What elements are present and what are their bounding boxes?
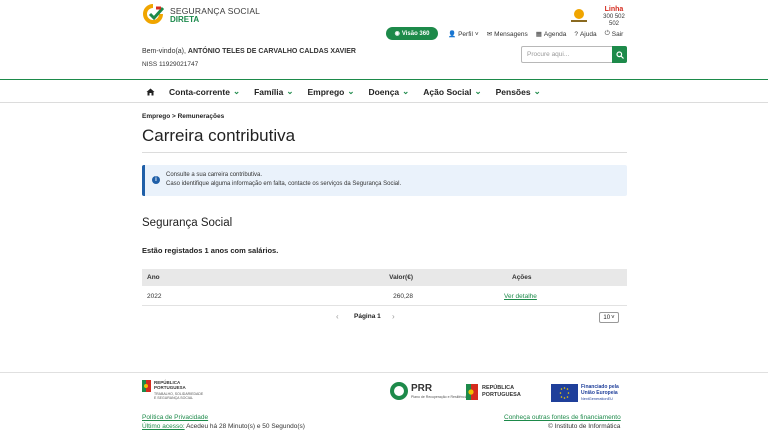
prr-logo-text: PRR <box>411 383 433 394</box>
per-page-select[interactable]: 10 ˅ <box>599 312 619 323</box>
nav-item-acao-social[interactable]: Ação Social ⌄ <box>423 86 481 97</box>
seguranca-social-logo-icon[interactable] <box>142 4 164 24</box>
next-page-icon[interactable]: › <box>392 312 395 321</box>
chevron-down-icon: ⌄ <box>474 86 482 96</box>
table-cell-valor: 260,28 <box>393 293 413 300</box>
nav-item-pensoes[interactable]: Pensões ⌄ <box>496 86 541 97</box>
visao-360-label: Visão 360 <box>401 30 430 37</box>
prr-subtitle: Plano de Recuperação e Resiliência <box>411 395 468 399</box>
user-icon: 👤 <box>448 31 457 38</box>
calendar-icon: ▦ <box>535 31 542 38</box>
page-title: Carreira contributiva <box>142 126 296 145</box>
section-title: Segurança Social <box>142 217 233 229</box>
portugal-gov-badge-icon <box>571 9 587 22</box>
chevron-down-icon: ⌄ <box>347 86 355 96</box>
eu-flag-icon <box>551 384 578 402</box>
table-row-divider <box>142 305 627 306</box>
help-icon: ? <box>574 30 578 38</box>
republica-portuguesa-logo-2: REPÚBLICA PORTUGUESA <box>482 385 521 398</box>
column-header-valor: Valor(€) <box>389 274 413 281</box>
chevron-down-icon: ⌄ <box>286 86 294 96</box>
column-header-ano: Ano <box>147 274 160 281</box>
logo-subtitle: DIRETA <box>170 15 200 24</box>
breadcrumb[interactable]: Emprego > Remunerações <box>142 113 224 120</box>
last-access-value: Acedeu há 28 Minuto(s) e 50 Segundo(s) <box>184 423 305 430</box>
mensagens-label: Mensagens <box>494 30 528 38</box>
visao-360-button[interactable]: ◉ Visão 360 <box>386 27 438 40</box>
sair-link[interactable]: ⏻ Sair <box>605 30 624 38</box>
republica-portuguesa-logo: REPÚBLICA PORTUGUESA <box>154 380 186 390</box>
nav-label: Doença <box>368 86 400 97</box>
next-generation-eu-text: NextGenerationEU <box>581 397 613 401</box>
last-access-link[interactable]: Último acesso: <box>142 423 185 430</box>
nav-label: Ação Social <box>423 86 472 97</box>
user-name: ANTÓNIO TELES DE CARVALHO CALDAS XAVIER <box>187 48 356 55</box>
nav-item-doenca[interactable]: Doença ⌄ <box>368 86 409 97</box>
search-button[interactable] <box>612 46 627 63</box>
portugal-flag-icon <box>466 384 478 400</box>
welcome-prefix: Bem-vindo(a), <box>142 48 186 55</box>
chevron-down-icon: ⌄ <box>533 86 541 96</box>
chevron-down-icon: ˅ <box>474 30 479 38</box>
info-line-1: Consulte a sua carreira contributiva. <box>166 172 263 178</box>
nav-label: Família <box>254 86 284 97</box>
sair-label: Sair <box>611 30 624 38</box>
agenda-link[interactable]: ▦ Agenda <box>535 30 567 39</box>
previous-page-icon[interactable]: ‹ <box>336 312 339 321</box>
years-summary: Estão registados 1 anos com salários. <box>142 246 279 255</box>
search-icon <box>615 50 624 59</box>
last-access-text: Último acesso: Acedeu há 28 Minuto(s) e … <box>142 423 305 430</box>
nav-items: Conta-corrente ⌄ Família ⌄ Emprego ⌄ Doença… <box>146 86 541 97</box>
ministry-text: TRABALHO, SOLIDARIEDADE E SEGURANÇA SOCIA… <box>154 392 204 400</box>
page-label: Página 1 <box>354 313 381 320</box>
top-links: 👤 Perfil ˅ ✉ Mensagens ▦ Agenda ? Ajuda ⏻ Sair <box>448 28 623 40</box>
divider <box>142 152 627 153</box>
home-icon[interactable] <box>146 88 155 96</box>
funding-sources-link[interactable]: Conheça outras fontes de financiamento <box>504 414 621 421</box>
ajuda-link[interactable]: ? Ajuda <box>574 31 596 38</box>
footer-divider <box>0 372 768 373</box>
perfil-link[interactable]: 👤 Perfil ˅ <box>448 30 479 39</box>
info-line-2: Caso identifique alguma informação em fa… <box>166 181 402 187</box>
info-icon: i <box>152 176 160 184</box>
nav-label: Emprego <box>307 86 345 97</box>
nav-label: Pensões <box>495 86 531 97</box>
nav-item-emprego[interactable]: Emprego ⌄ <box>307 86 354 97</box>
welcome-text: Bem-vindo(a), ANTÓNIO TELES DE CARVALHO … <box>142 48 356 55</box>
envelope-icon: ✉ <box>486 31 493 38</box>
table-cell-ano: 2022 <box>147 293 162 300</box>
eye-icon: ◉ <box>394 31 400 37</box>
search-input[interactable]: Procure aqui... <box>521 46 613 63</box>
mensagens-link[interactable]: ✉ Mensagens <box>486 30 528 39</box>
niss-text: NISS 11929021747 <box>142 61 199 68</box>
ver-detalhe-link[interactable]: Ver detalhe <box>504 293 537 300</box>
power-icon: ⏻ <box>604 30 610 37</box>
nav-item-familia[interactable]: Família ⌄ <box>254 86 293 97</box>
prr-logo-icon <box>390 382 408 400</box>
agenda-label: Agenda <box>543 30 567 38</box>
chevron-down-icon: ⌄ <box>402 86 410 96</box>
privacy-policy-link[interactable]: Política de Privacidade <box>142 414 208 421</box>
perfil-label: Perfil <box>458 30 473 38</box>
linha-phone: Linha 300 502 502 <box>603 6 625 27</box>
chevron-down-icon: ˅ <box>611 314 615 321</box>
copyright-text: © Instituto de Informática <box>548 423 621 430</box>
eu-funding-text: Financiado pela União Europeia <box>581 384 619 396</box>
portugal-flag-icon <box>142 380 151 392</box>
column-header-acoes: Ações <box>512 274 532 281</box>
per-page-value: 10 <box>603 314 611 321</box>
nav-label: Conta-corrente <box>169 86 230 97</box>
chevron-down-icon: ⌄ <box>232 86 241 96</box>
nav-item-conta-corrente[interactable]: Conta-corrente ⌄ <box>169 86 240 97</box>
ajuda-label: Ajuda <box>579 30 597 38</box>
